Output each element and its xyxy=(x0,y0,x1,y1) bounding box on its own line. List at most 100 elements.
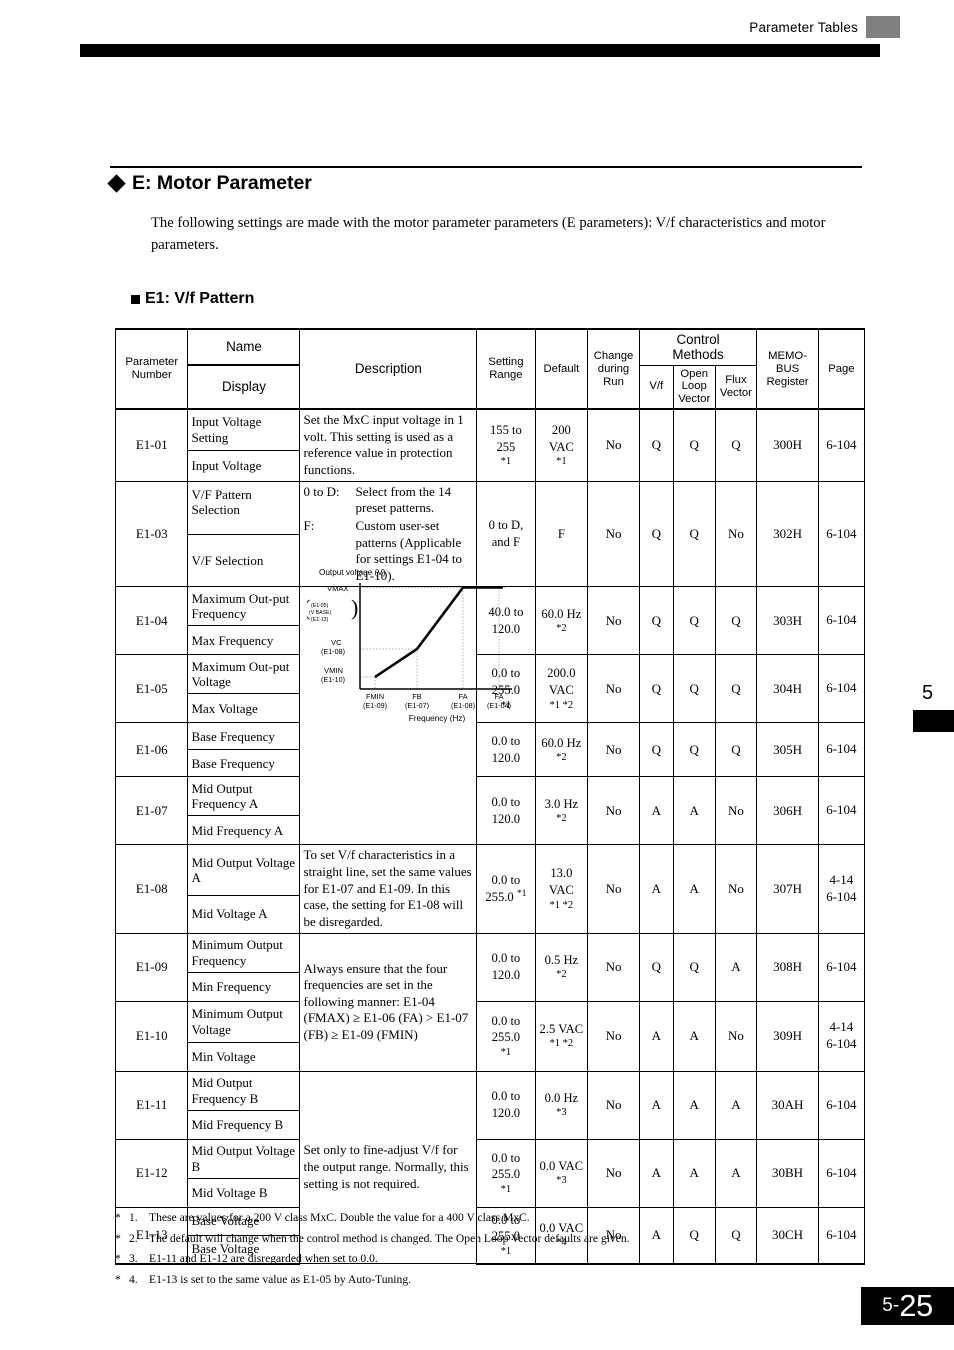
footnote-item: * 1. These are values for a 200 V class … xyxy=(115,1208,875,1229)
cell-name: Mid Output Voltage B xyxy=(187,1138,301,1179)
header-parameter-number: Parameter Number xyxy=(114,327,189,411)
cell-setting-range: 155 to 255 *1 xyxy=(476,408,536,482)
graph-xlabel-fa2-p: (E1-04) xyxy=(488,701,512,710)
cell-change-during-run: No xyxy=(587,480,640,588)
footnote-number: 4. xyxy=(129,1272,138,1286)
footnote-text: These are values for a 200 V class MxC. … xyxy=(149,1211,530,1224)
cell-register: 30BH xyxy=(756,1138,819,1208)
table-row: E1-12 Mid Output Voltage B 0.0 to 255.0 … xyxy=(114,1138,866,1208)
cell-open-loop-vector: Q xyxy=(672,654,716,724)
cell-name: Input Voltage Setting xyxy=(187,408,301,451)
header-black-bar xyxy=(80,44,880,57)
cell-open-loop-vector: Q xyxy=(672,722,716,778)
cell-open-loop-vector: Q xyxy=(672,932,716,1002)
cell-display: Mid Frequency B xyxy=(187,1109,301,1140)
cell-register: 305H xyxy=(756,722,819,778)
cell-description: To set V/f characteristics in a straight… xyxy=(299,844,478,934)
cell-change-during-run: No xyxy=(587,654,640,724)
cell-change-during-run: No xyxy=(587,722,640,778)
graph-paren-left: ( xyxy=(307,595,310,620)
cell-vf: Q xyxy=(638,480,674,588)
header-memobus-register: MEMO- BUS Register xyxy=(756,327,819,411)
cell-open-loop-vector: A xyxy=(672,1138,716,1208)
folio-page: 25 xyxy=(899,1288,933,1323)
cell-vf: Q xyxy=(638,408,674,482)
cell-parameter-number: E1-03 xyxy=(114,480,189,588)
cell-change-during-run: No xyxy=(587,776,640,846)
cell-change-during-run: No xyxy=(587,586,640,656)
diamond-bullet-icon xyxy=(107,174,126,193)
header-change-during-run: Change during Run xyxy=(587,327,640,411)
cell-open-loop-vector: Q xyxy=(672,480,716,588)
cell-display: Max Frequency xyxy=(187,625,301,656)
section-intro-text: The following settings are made with the… xyxy=(151,215,826,254)
cell-default: F xyxy=(534,480,589,588)
cell-page: 6-104 xyxy=(817,1138,866,1208)
chapter-tab-block xyxy=(913,710,954,732)
cell-name: V/F Pattern Selection xyxy=(187,480,301,536)
cell-name: Mid Output Voltage A xyxy=(187,844,301,896)
cell-page: 6-104 xyxy=(817,654,866,724)
cell-setting-range: 0.0 to 120.0 xyxy=(476,722,536,778)
table-row: E1-09 Minimum Output Frequency Always en… xyxy=(114,932,866,1072)
cell-parameter-number: E1-06 xyxy=(114,722,189,778)
cell-default: 0.5 Hz *2 xyxy=(534,932,589,1002)
cell-open-loop-vector: A xyxy=(672,844,716,934)
footnote-number: 1. xyxy=(129,1211,138,1224)
footnote-text: E1-13 is set to the same value as E1-05 … xyxy=(149,1272,412,1286)
header-name: Name xyxy=(187,327,301,367)
cell-display: Base Frequency xyxy=(187,749,301,778)
cell-display: V/F Selection xyxy=(187,534,301,588)
table-row: E1-08 Mid Output Voltage A To set V/f ch… xyxy=(114,844,866,934)
header-flux-vector: Flux Vector xyxy=(714,364,758,411)
table-row: E1-04 Maximum Out-put Frequency Output v… xyxy=(114,568,866,846)
cell-vf: Q xyxy=(638,586,674,656)
chapter-tab-number: 5 xyxy=(922,682,934,704)
cell-open-loop-vector: A xyxy=(672,1070,716,1140)
cell-change-during-run: No xyxy=(587,932,640,1002)
cell-page: 6-104 xyxy=(817,776,866,846)
cell-parameter-number: E1-07 xyxy=(114,776,189,846)
cell-setting-range: 0.0 to 120.0 xyxy=(476,932,536,1002)
table-row: E1-10 Minimum Output Voltage 0.0 to 255.… xyxy=(114,1000,866,1072)
footnote-item: * 2. The default will change when the co… xyxy=(115,1229,875,1250)
footnote-star: * xyxy=(115,1231,121,1245)
cell-vf: Q xyxy=(638,932,674,1002)
cell-parameter-number: E1-10 xyxy=(114,1000,189,1072)
cell-display: Mid Voltage B xyxy=(187,1177,301,1208)
header-default: Default xyxy=(534,327,589,411)
header-display: Display xyxy=(187,364,301,411)
footnote-item: * 3. E1-11 and E1-12 are disregarded whe… xyxy=(115,1249,875,1270)
cell-display: Min Frequency xyxy=(187,971,301,1002)
footnote-star: * xyxy=(115,1272,121,1286)
cell-parameter-number: E1-05 xyxy=(114,654,189,724)
graph-xlabel-fa1: FA xyxy=(459,692,468,701)
cell-display: Mid Voltage A xyxy=(187,894,301,934)
cell-default: 3.0 Hz *2 xyxy=(534,776,589,846)
footnote-number: 3. xyxy=(129,1252,138,1266)
footnote-text: E1-11 and E1-12 are disregarded when set… xyxy=(149,1252,378,1266)
graph-y-axis-title: Output voltage (V) xyxy=(319,568,386,577)
cell-register: 309H xyxy=(756,1000,819,1072)
graph-vf-curve xyxy=(374,586,504,679)
cell-vf: A xyxy=(638,844,674,934)
cell-open-loop-vector: Q xyxy=(672,586,716,656)
cell-vf: A xyxy=(638,1070,674,1140)
table-header-row-1: Parameter Number Name Description Settin… xyxy=(114,327,866,411)
running-header: Parameter Tables xyxy=(749,20,858,35)
cell-display: Max Voltage xyxy=(187,693,301,724)
desc-text: Select from the 14 preset patterns. xyxy=(355,483,452,516)
graph-ylabel-vmax-p1: (E1-05) xyxy=(311,603,329,609)
cell-flux-vector: Q xyxy=(714,586,758,656)
cell-vf: Q xyxy=(638,654,674,724)
cell-name: Mid Output Frequency B xyxy=(187,1070,301,1111)
graph-ylabel-vc-p: (E1-08) xyxy=(321,647,345,656)
cell-page: 6-104 xyxy=(817,480,866,588)
graph-x-axis-title: Frequency (Hz) xyxy=(409,714,466,723)
header-setting-range: Setting Range xyxy=(476,327,536,411)
cell-page: 6-104 xyxy=(817,932,866,1002)
footnote-number: 2. xyxy=(129,1231,138,1245)
cell-change-during-run: No xyxy=(587,1138,640,1208)
subsection-heading-label: E1: V/f Pattern xyxy=(145,290,255,307)
cell-name: Minimum Output Frequency xyxy=(187,932,301,973)
